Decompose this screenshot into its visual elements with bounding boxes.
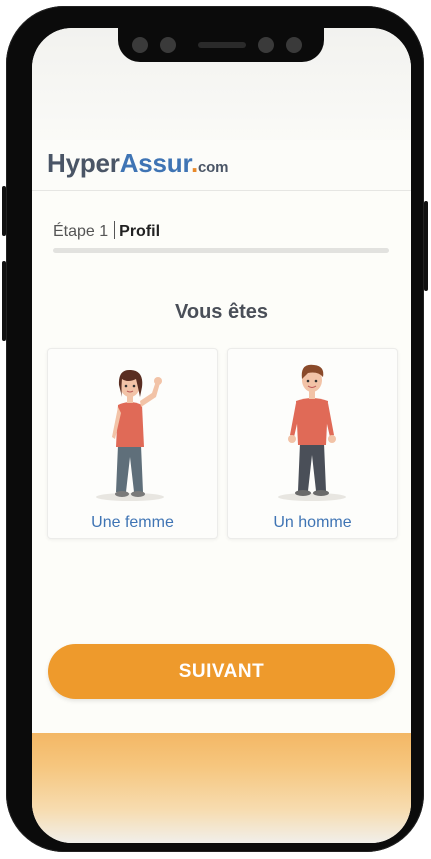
logo-hyper: Hyper [47, 148, 120, 178]
phone-notch [118, 28, 324, 62]
step-name: Profil [119, 223, 161, 240]
logo-dot: . [190, 148, 198, 178]
woman-illustration-icon [96, 369, 164, 501]
man-illustration-icon [278, 364, 346, 501]
camera-icon [286, 37, 302, 53]
logo-assur: Assur [119, 148, 191, 178]
volume-up-button [2, 186, 6, 236]
volume-down-button [2, 261, 6, 341]
sensor-dot-icon [132, 37, 148, 53]
logo-com: com [198, 159, 229, 176]
step-progress-bar [53, 248, 389, 253]
step-indicator: Étape 1 Profil [53, 221, 160, 241]
footer-decoration [32, 733, 411, 843]
step-separator [114, 221, 116, 239]
option-label: Un homme [273, 514, 352, 531]
power-button [424, 201, 428, 291]
step-number: Étape 1 [53, 223, 109, 240]
next-button[interactable]: SUIVANT [48, 644, 395, 699]
sensor-dot-icon [160, 37, 176, 53]
speaker-icon [198, 42, 246, 48]
app-header: HyperAssur.com [32, 140, 411, 191]
option-card-femme[interactable]: Une femme [47, 348, 218, 539]
phone-screen: HyperAssur.com Étape 1 Profil Vous êtes [32, 28, 411, 843]
question-title: Vous êtes [175, 301, 268, 323]
option-card-homme[interactable]: Un homme [227, 348, 398, 539]
brand-logo[interactable]: HyperAssur.com [47, 148, 228, 179]
phone-frame: HyperAssur.com Étape 1 Profil Vous êtes [2, 6, 428, 852]
option-label: Une femme [91, 514, 174, 531]
sensor-dot-icon [258, 37, 274, 53]
